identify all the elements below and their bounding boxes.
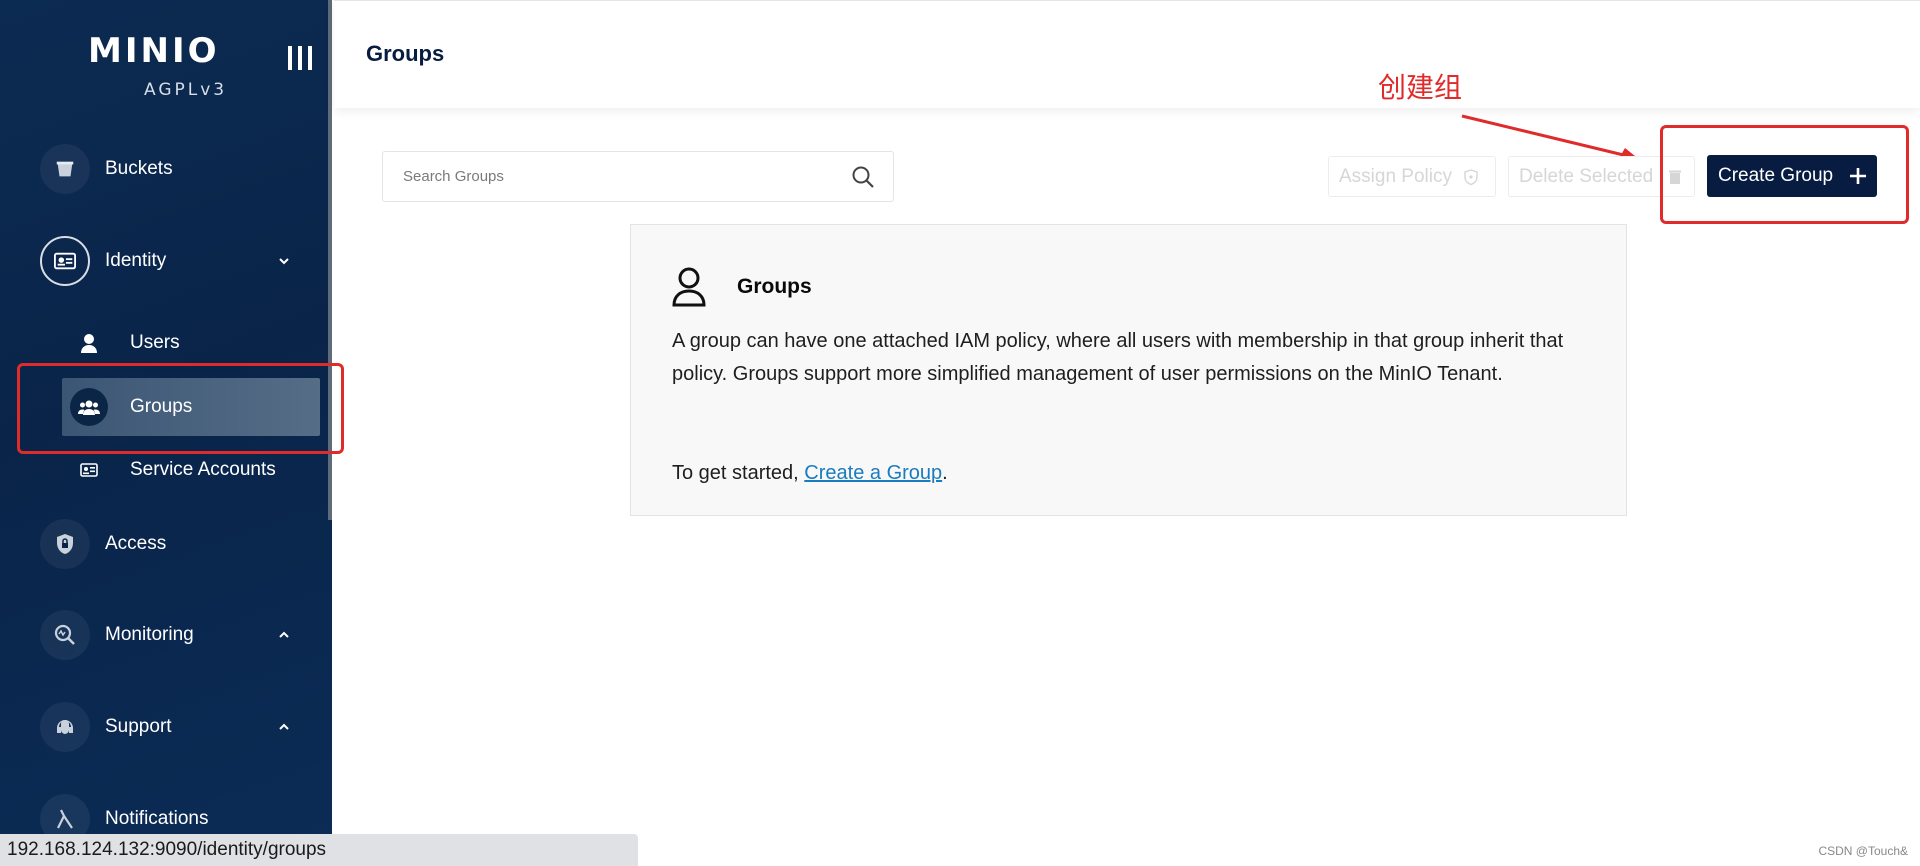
annotation-label: 创建组 bbox=[1378, 71, 1463, 104]
info-card-description: A group can have one attached IAM policy… bbox=[672, 330, 1564, 385]
sidebar-item-label: Support bbox=[105, 716, 172, 737]
search-box bbox=[382, 151, 894, 202]
sidebar-item-label: Access bbox=[105, 533, 167, 554]
page-header: Groups bbox=[334, 0, 1920, 108]
watermark: CSDN @Touch& bbox=[1818, 844, 1908, 858]
shield-icon bbox=[1464, 168, 1478, 185]
brand[interactable]: MINIO AGPLv3 bbox=[88, 34, 228, 100]
search-icon[interactable] bbox=[851, 165, 875, 189]
sidebar-item-label: Buckets bbox=[105, 158, 173, 179]
cta-suffix: . bbox=[942, 462, 948, 484]
sidebar-item-support[interactable]: Support bbox=[40, 702, 310, 752]
sidebar-item-label: Monitoring bbox=[105, 624, 194, 645]
sidebar-item-label: Notifications bbox=[105, 808, 209, 829]
page-title: Groups bbox=[366, 41, 445, 66]
sidebar-item-label: Service Accounts bbox=[130, 459, 276, 480]
chevron-down-icon bbox=[279, 258, 289, 265]
annotation-box-create-group bbox=[1660, 125, 1909, 224]
headset-icon bbox=[40, 702, 90, 752]
assign-policy-button[interactable]: Assign Policy bbox=[1328, 156, 1496, 197]
lock-icon bbox=[40, 519, 90, 569]
chevron-up-icon bbox=[279, 723, 289, 730]
sidebar-item-buckets[interactable]: Buckets bbox=[40, 144, 310, 194]
sidebar-item-access[interactable]: Access bbox=[40, 519, 310, 569]
license-label: AGPLv3 bbox=[144, 80, 228, 100]
search-input[interactable] bbox=[383, 152, 823, 201]
chevron-up-icon bbox=[279, 631, 289, 638]
service-account-icon bbox=[70, 451, 108, 489]
user-icon bbox=[70, 324, 108, 362]
sidebar-item-monitoring[interactable]: Monitoring bbox=[40, 610, 310, 660]
info-card-cta: To get started, Create a Group. bbox=[672, 457, 948, 490]
cta-prefix: To get started, bbox=[672, 462, 805, 484]
user-outline-icon bbox=[672, 267, 706, 307]
create-group-link[interactable]: Create a Group bbox=[804, 462, 942, 484]
browser-status-url: 192.168.124.132:9090/identity/groups bbox=[0, 834, 638, 866]
collapse-menu-icon[interactable] bbox=[288, 46, 312, 70]
info-card-title: Groups bbox=[737, 275, 812, 298]
sidebar-item-label: Users bbox=[130, 332, 180, 353]
minio-logo: MINIO bbox=[88, 31, 220, 71]
id-card-icon bbox=[40, 236, 90, 286]
monitor-icon bbox=[40, 610, 90, 660]
sidebar-item-identity[interactable]: Identity bbox=[40, 236, 310, 286]
delete-selected-label: Delete Selected bbox=[1519, 165, 1654, 187]
sidebar-item-label: Identity bbox=[105, 250, 167, 271]
groups-info-card: Groups A group can have one attached IAM… bbox=[630, 224, 1627, 516]
bucket-icon bbox=[40, 144, 90, 194]
assign-policy-label: Assign Policy bbox=[1339, 165, 1452, 187]
annotation-box-groups bbox=[17, 363, 344, 454]
